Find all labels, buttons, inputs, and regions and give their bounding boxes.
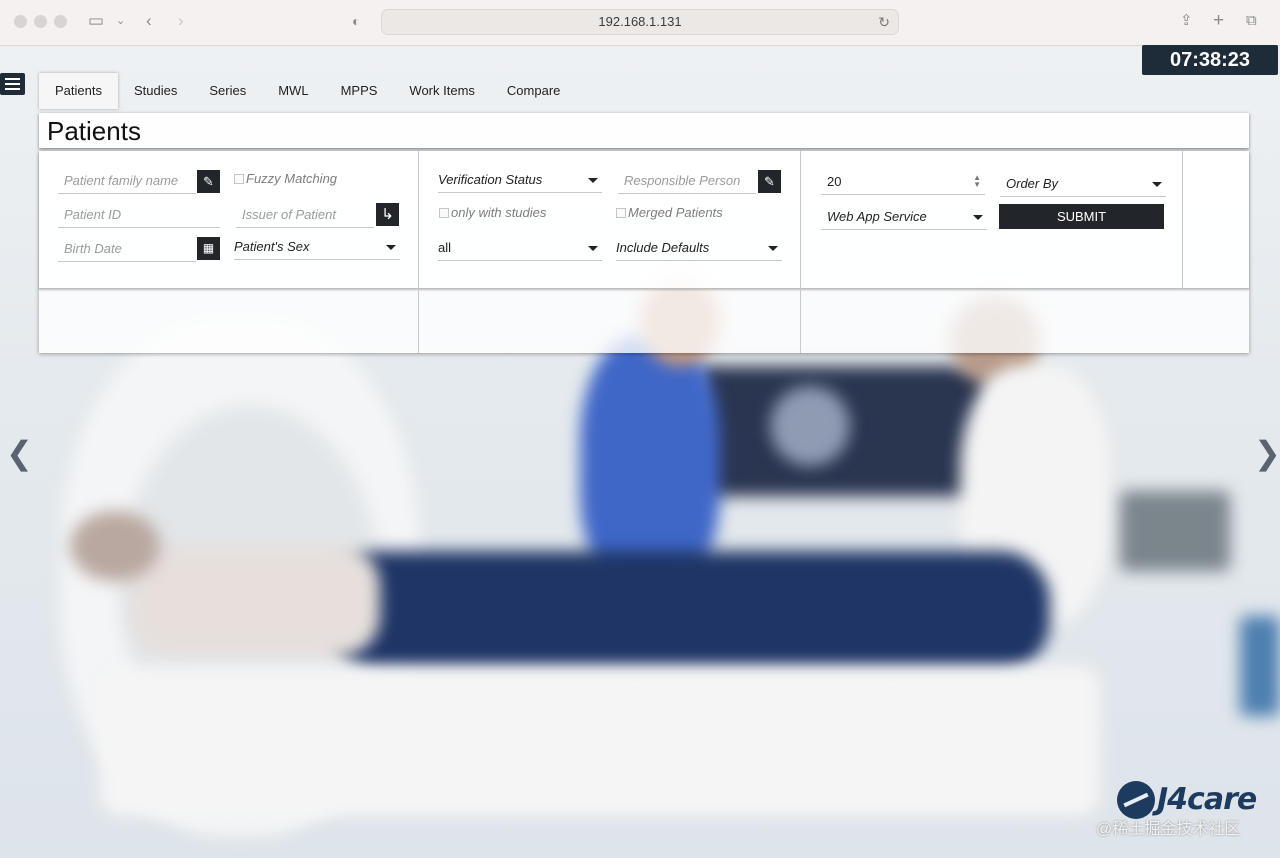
submit-button[interactable]: SUBMIT [999,204,1164,229]
order-by-select[interactable]: Order By [1000,173,1166,197]
page-title: Patients [47,116,141,146]
include-defaults-select[interactable]: Include Defaults [616,237,782,261]
patient-id-input[interactable]: Patient ID [58,204,220,228]
logo-text: J4care [1157,782,1257,817]
back-icon[interactable]: ‹ [146,11,152,31]
patient-sex-value: Patient's Sex [234,239,310,254]
caret-down-icon [588,246,598,251]
tab-studies[interactable]: Studies [118,73,193,109]
chevron-left-icon[interactable]: ❮ [6,437,33,469]
tab-mwl[interactable]: MWL [262,73,324,109]
scope-value: all [438,240,452,255]
fuzzy-matching-label: Fuzzy Matching [246,171,338,186]
include-defaults-value: Include Defaults [616,240,710,255]
scope-select[interactable]: all [438,237,602,261]
zoom-window-button[interactable] [54,15,67,28]
fuzzy-matching-checkbox[interactable]: Fuzzy Matching [234,171,337,187]
patient-sex-select[interactable]: Patient's Sex [234,236,400,260]
caret-down-icon [1152,182,1162,187]
only-with-studies-checkbox[interactable]: only with studies [439,205,546,221]
tab-mpps[interactable]: MPPS [325,73,394,109]
issuer-of-patient-input[interactable]: Issuer of Patient [236,204,374,228]
spinner-icon[interactable]: ▲ ▼ [973,174,981,189]
tab-patients[interactable]: Patients [39,73,118,109]
forward-icon[interactable]: › [178,11,184,31]
patient-family-name-input[interactable]: Patient family name [58,170,196,194]
chevron-down-icon[interactable]: ⌄ [116,11,125,31]
browser-toolbar: ▭ ⌄ ‹ › ◐ 192.168.1.131 ↻ ⇪ + ⧉ [0,0,1280,46]
responsible-person-input[interactable]: Responsible Person [618,170,756,194]
clock: 07:38:23 [1142,45,1278,75]
new-tab-icon[interactable]: + [1213,11,1224,31]
tab-compare[interactable]: Compare [491,73,576,109]
verification-status-select[interactable]: Verification Status [438,169,602,193]
tab-series[interactable]: Series [193,73,262,109]
service-value: Web App Service [827,209,927,224]
birth-date-input[interactable]: Birth Date [58,238,196,262]
hamburger-icon[interactable] [0,73,25,95]
caret-down-icon [386,245,396,250]
caret-down-icon [973,215,983,220]
sidebar-toggle-icon[interactable]: ▭ [88,11,104,31]
only-with-studies-label: only with studies [451,205,547,220]
caret-down-icon [768,246,778,251]
merged-patients-label: Merged Patients [628,205,723,220]
tab-overview-icon[interactable]: ⧉ [1246,11,1257,31]
watermark: @稀土掘金技术社区 [1096,821,1241,838]
globe-icon [1117,781,1155,819]
address-bar[interactable]: 192.168.1.131 ↻ [381,9,899,35]
tab-work-items[interactable]: Work Items [393,73,491,109]
service-select[interactable]: Web App Service [821,206,987,230]
limit-input[interactable]: 20 ▲ ▼ [821,171,985,195]
pencil-icon[interactable]: ✎ [758,170,781,193]
reload-icon[interactable]: ↻ [878,10,890,34]
main-tabs: Patients Studies Series MWL MPPS Work It… [39,73,576,109]
shield-icon[interactable]: ◐ [352,11,360,31]
merged-patients-checkbox[interactable]: Merged Patients [616,205,723,221]
verification-status-value: Verification Status [438,172,543,187]
minimize-window-button[interactable] [34,15,47,28]
close-window-button[interactable] [14,15,27,28]
calendar-icon[interactable]: ▦ [197,237,220,260]
page-title-bar: Patients [39,113,1249,148]
chevron-right-icon[interactable]: ❯ [1254,437,1280,469]
address-text: 192.168.1.131 [598,14,682,29]
arrow-turn-icon[interactable]: ↳ [376,203,399,226]
order-by-value: Order By [1006,176,1059,191]
share-icon[interactable]: ⇪ [1180,11,1193,31]
pencil-icon[interactable]: ✎ [197,170,220,193]
caret-down-icon [588,178,598,183]
limit-value: 20 [827,174,842,189]
